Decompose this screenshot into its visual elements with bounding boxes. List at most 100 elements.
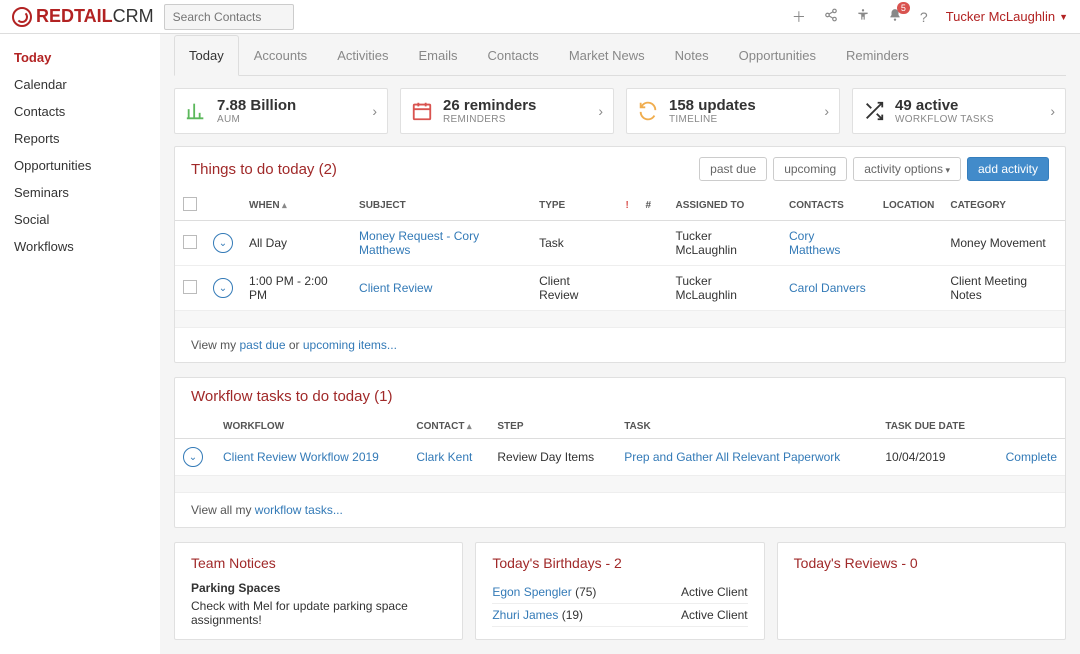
chevron-right-icon: › [598, 103, 603, 119]
col-step[interactable]: STEP [489, 415, 616, 439]
notice-title: Parking Spaces [191, 581, 446, 595]
sidebar-item-opportunities[interactable]: Opportunities [0, 152, 160, 179]
col-type[interactable]: TYPE [531, 191, 617, 221]
add-activity-button[interactable]: add activity [967, 157, 1049, 181]
sidebar-item-calendar[interactable]: Calendar [0, 71, 160, 98]
chevron-right-icon: › [824, 103, 829, 119]
sidebar-item-social[interactable]: Social [0, 206, 160, 233]
tab-market-news[interactable]: Market News [554, 35, 660, 76]
subject-link[interactable]: Money Request - Cory Matthews [359, 229, 479, 257]
stat-aum[interactable]: 7.88 BillionAUM › [174, 88, 388, 134]
tab-emails[interactable]: Emails [403, 35, 472, 76]
panel-title: Workflow tasks to do today (1) [191, 388, 392, 405]
birthday-age: (19) [562, 608, 583, 622]
col-category[interactable]: CATEGORY [942, 191, 1065, 221]
complete-link[interactable]: Complete [1006, 450, 1057, 464]
tab-reminders[interactable]: Reminders [831, 35, 924, 76]
subject-link[interactable]: Client Review [359, 281, 432, 295]
user-name-label: Tucker McLaughlin [946, 9, 1055, 24]
contact-link[interactable]: Carol Danvers [789, 281, 866, 295]
stat-sub: REMINDERS [443, 114, 588, 125]
chevron-right-icon: › [372, 103, 377, 119]
select-all-checkbox[interactable] [183, 197, 197, 211]
expand-row-icon[interactable]: ⌄ [213, 233, 233, 253]
upcoming-items-link[interactable]: upcoming items... [303, 338, 397, 352]
workflow-tasks-link[interactable]: workflow tasks... [255, 503, 343, 517]
refresh-icon [637, 100, 659, 122]
cell-assigned: Tucker McLaughlin [668, 221, 782, 266]
col-assigned[interactable]: ASSIGNED TO [668, 191, 782, 221]
birthday-name-link[interactable]: Zhuri James [492, 608, 558, 622]
logo-text-1: REDTAIL [36, 6, 113, 27]
panel-things-today: Things to do today (2) past due upcoming… [174, 146, 1066, 363]
panel-title: Things to do today (2) [191, 161, 337, 178]
tab-strip: Today Accounts Activities Emails Contact… [174, 34, 1066, 76]
col-when[interactable]: WHEN [241, 191, 351, 221]
col-contact[interactable]: CONTACT [408, 415, 489, 439]
calendar-icon [411, 100, 433, 122]
app-logo[interactable]: REDTAILCRM [12, 6, 154, 27]
birthday-name-link[interactable]: Egon Spengler [492, 585, 571, 599]
past-due-link[interactable]: past due [239, 338, 285, 352]
stat-reminders[interactable]: 26 remindersREMINDERS › [400, 88, 614, 134]
activity-options-dropdown[interactable]: activity options [853, 157, 961, 181]
help-icon[interactable]: ? [920, 9, 928, 25]
past-due-button[interactable]: past due [699, 157, 767, 181]
col-num[interactable]: # [638, 191, 668, 221]
sidebar-item-contacts[interactable]: Contacts [0, 98, 160, 125]
col-contacts[interactable]: CONTACTS [781, 191, 875, 221]
tab-contacts[interactable]: Contacts [473, 35, 554, 76]
expand-row-icon[interactable]: ⌄ [213, 278, 233, 298]
card-title: Today's Reviews - 0 [794, 555, 1049, 571]
panel-footer: View all my workflow tasks... [175, 492, 1065, 527]
main-content: Today Accounts Activities Emails Contact… [160, 34, 1080, 654]
col-location[interactable]: LOCATION [875, 191, 942, 221]
accessibility-icon[interactable] [856, 8, 870, 25]
card-title: Team Notices [191, 555, 446, 571]
user-menu[interactable]: Tucker McLaughlin ▼ [946, 9, 1068, 24]
row-checkbox[interactable] [183, 280, 197, 294]
sidebar-item-seminars[interactable]: Seminars [0, 179, 160, 206]
col-subject[interactable]: SUBJECT [351, 191, 531, 221]
task-link[interactable]: Prep and Gather All Relevant Paperwork [624, 450, 840, 464]
stat-workflow-tasks[interactable]: 49 activeWORKFLOW TASKS › [852, 88, 1066, 134]
top-header: REDTAILCRM ＋ 5 ? Tucker McLaughlin ▼ [0, 0, 1080, 34]
birthday-row: Zhuri James (19) Active Client [492, 604, 747, 627]
priority-icon: ! [626, 200, 629, 211]
stat-title: 158 updates [669, 97, 814, 114]
stat-sub: TIMELINE [669, 114, 814, 125]
tab-notes[interactable]: Notes [660, 35, 724, 76]
stat-sub: AUM [217, 114, 362, 125]
col-task[interactable]: TASK [616, 415, 877, 439]
logo-text-2: CRM [113, 6, 154, 27]
tab-today[interactable]: Today [174, 35, 239, 76]
stat-sub: WORKFLOW TASKS [895, 114, 1040, 125]
bell-icon[interactable]: 5 [888, 8, 902, 25]
share-icon[interactable] [824, 8, 838, 25]
sidebar-item-workflows[interactable]: Workflows [0, 233, 160, 260]
col-workflow[interactable]: WORKFLOW [215, 415, 408, 439]
birthday-age: (75) [575, 585, 596, 599]
col-due[interactable]: TASK DUE DATE [877, 415, 985, 439]
row-checkbox[interactable] [183, 235, 197, 249]
tab-accounts[interactable]: Accounts [239, 35, 322, 76]
search-input[interactable] [164, 4, 294, 30]
contact-link[interactable]: Clark Kent [416, 450, 472, 464]
cell-when: 1:00 PM - 2:00 PM [241, 266, 351, 311]
sidebar-item-today[interactable]: Today [0, 44, 160, 71]
cell-location [875, 266, 942, 311]
stat-timeline[interactable]: 158 updatesTIMELINE › [626, 88, 840, 134]
panel-workflow-tasks: Workflow tasks to do today (1) WORKFLOW … [174, 377, 1066, 528]
plus-icon[interactable]: ＋ [792, 7, 806, 27]
upcoming-button[interactable]: upcoming [773, 157, 847, 181]
contact-link[interactable]: Cory Matthews [789, 229, 840, 257]
sidebar-item-reports[interactable]: Reports [0, 125, 160, 152]
cell-category: Client Meeting Notes [942, 266, 1065, 311]
chart-bar-icon [185, 100, 207, 122]
cell-when: All Day [241, 221, 351, 266]
cell-type: Client Review [531, 266, 617, 311]
expand-row-icon[interactable]: ⌄ [183, 447, 203, 467]
tab-opportunities[interactable]: Opportunities [724, 35, 831, 76]
tab-activities[interactable]: Activities [322, 35, 403, 76]
workflow-link[interactable]: Client Review Workflow 2019 [223, 450, 379, 464]
